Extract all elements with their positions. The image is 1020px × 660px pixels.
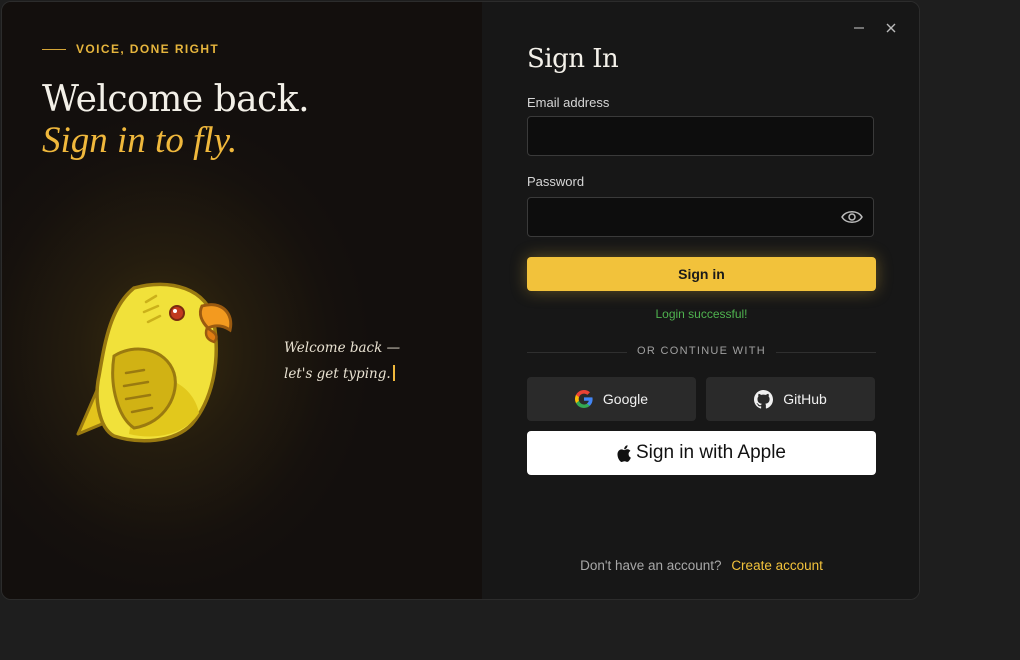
- subhead: Sign in to fly.: [42, 120, 238, 161]
- form-title: Sign In: [527, 44, 619, 74]
- tagline-line-1: Welcome back —: [284, 340, 401, 356]
- github-label: GitHub: [783, 391, 827, 407]
- footer: Don't have an account? Create account: [527, 558, 876, 573]
- google-button[interactable]: Google: [527, 377, 696, 421]
- headline: Welcome back.: [42, 79, 310, 120]
- password-field[interactable]: [527, 197, 874, 237]
- signin-panel: Sign In Email address Password Sign in L…: [482, 2, 919, 599]
- eye-icon[interactable]: [841, 209, 863, 225]
- eyebrow: VOICE, DONE RIGHT: [42, 42, 219, 56]
- password-label: Password: [527, 174, 585, 189]
- status-message: Login successful!: [655, 307, 748, 321]
- email-field[interactable]: [527, 116, 874, 156]
- close-icon: [886, 23, 896, 33]
- github-icon: [754, 389, 774, 409]
- tagline: Welcome back — let's get typing.: [284, 335, 400, 387]
- apple-icon: [617, 444, 631, 462]
- sign-in-button[interactable]: Sign in: [527, 257, 876, 291]
- google-label: Google: [602, 391, 649, 407]
- minimize-icon: [854, 27, 864, 29]
- tagline-line-2: let's get typing.: [284, 361, 400, 387]
- create-account-link[interactable]: Create account: [731, 558, 823, 573]
- apple-label: Sign in with Apple: [636, 442, 786, 463]
- github-button[interactable]: GitHub: [706, 377, 875, 421]
- login-window: VOICE, DONE RIGHT Welcome back. Sign in …: [1, 1, 920, 600]
- email-label: Email address: [527, 95, 610, 110]
- eyebrow-text: VOICE, DONE RIGHT: [76, 42, 220, 56]
- minimize-button[interactable]: [849, 20, 869, 40]
- typing-caret: [392, 365, 395, 381]
- footer-question: Don't have an account?: [580, 558, 722, 573]
- tagline-line-2-text: let's get typing.: [284, 366, 391, 382]
- or-divider: OR CONTINUE WITH: [527, 345, 876, 361]
- eyebrow-line: [42, 48, 66, 50]
- apple-signin-button[interactable]: Sign in with Apple: [527, 431, 876, 475]
- divider-text: OR CONTINUE WITH: [637, 345, 766, 357]
- google-icon: [574, 390, 593, 408]
- hero-panel: VOICE, DONE RIGHT Welcome back. Sign in …: [2, 2, 482, 599]
- parrot-mascot-icon: [76, 282, 233, 443]
- close-button[interactable]: [881, 20, 901, 40]
